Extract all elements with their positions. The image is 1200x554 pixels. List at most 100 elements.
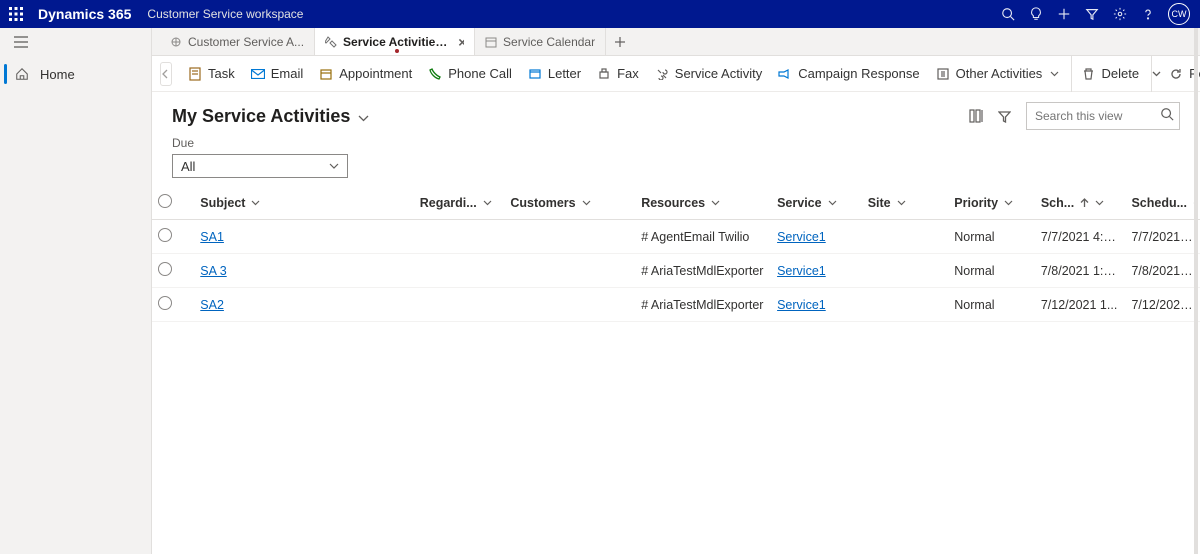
cell-sched-end: 7/8/2021 2:3... bbox=[1125, 254, 1200, 288]
close-icon[interactable]: × bbox=[458, 34, 464, 50]
cmd-letter[interactable]: Letter bbox=[520, 56, 589, 92]
top-app-bar: Dynamics 365 Customer Service workspace … bbox=[0, 0, 1200, 28]
chevron-down-icon bbox=[329, 163, 339, 169]
row-checkbox[interactable] bbox=[158, 262, 172, 276]
table-row[interactable]: SA2 # AriaTestMdlExporter Service1 Norma… bbox=[152, 288, 1200, 322]
data-grid: Subject Regardi... Customers Resources S… bbox=[152, 186, 1200, 554]
col-site[interactable]: Site bbox=[862, 186, 949, 220]
right-scrollbar-track bbox=[1194, 28, 1198, 554]
col-scheduled-start[interactable]: Sch... bbox=[1035, 186, 1126, 220]
subject-link[interactable]: SA1 bbox=[200, 230, 224, 244]
cell-sched-start: 7/7/2021 4:4... bbox=[1035, 220, 1126, 254]
service-activity-icon bbox=[655, 67, 669, 81]
col-resources[interactable]: Resources bbox=[635, 186, 771, 220]
table-header-row: Subject Regardi... Customers Resources S… bbox=[152, 186, 1200, 220]
nav-home-label: Home bbox=[40, 67, 75, 82]
search-this-view[interactable] bbox=[1026, 102, 1180, 130]
plus-icon[interactable] bbox=[1050, 0, 1078, 28]
campaign-icon bbox=[778, 67, 792, 81]
cell-resources: # AriaTestMdlExporter bbox=[635, 254, 771, 288]
select-all-checkbox[interactable] bbox=[158, 194, 172, 208]
view-header: My Service Activities bbox=[152, 92, 1200, 136]
col-scheduled-end[interactable]: Schedu... bbox=[1125, 186, 1200, 220]
sort-asc-icon bbox=[1080, 198, 1089, 208]
sidebar: Home bbox=[0, 28, 152, 554]
cmd-delete[interactable]: Delete bbox=[1071, 56, 1148, 92]
tab-label: Service Calendar bbox=[503, 35, 595, 49]
cmd-task[interactable]: Task bbox=[180, 56, 243, 92]
tab-service-calendar[interactable]: Service Calendar bbox=[475, 28, 606, 55]
subject-link[interactable]: SA 3 bbox=[200, 264, 226, 278]
tab-label: Customer Service A... bbox=[188, 35, 304, 49]
view-title-text: My Service Activities bbox=[172, 106, 350, 127]
cmd-fax[interactable]: Fax bbox=[589, 56, 647, 92]
filter-icon[interactable] bbox=[990, 102, 1018, 130]
delete-icon bbox=[1082, 67, 1096, 81]
col-subject[interactable]: Subject bbox=[194, 186, 413, 220]
unsaved-indicator-icon bbox=[395, 49, 399, 53]
edit-columns-icon[interactable] bbox=[962, 102, 990, 130]
cmd-service-activity[interactable]: Service Activity bbox=[647, 56, 770, 92]
cell-resources: # AriaTestMdlExporter bbox=[635, 288, 771, 322]
other-activities-icon bbox=[936, 67, 950, 81]
col-priority[interactable]: Priority bbox=[948, 186, 1035, 220]
view-title-dropdown[interactable]: My Service Activities bbox=[172, 106, 369, 127]
col-service[interactable]: Service bbox=[771, 186, 862, 220]
search-icon[interactable] bbox=[1160, 107, 1174, 124]
command-bar: Task Email Appointment Phone Call Letter… bbox=[152, 56, 1200, 92]
phone-icon bbox=[428, 67, 442, 81]
nav-home[interactable]: Home bbox=[0, 56, 151, 92]
email-icon bbox=[251, 67, 265, 81]
row-checkbox[interactable] bbox=[158, 228, 172, 242]
row-checkbox[interactable] bbox=[158, 296, 172, 310]
gear-icon[interactable] bbox=[1106, 0, 1134, 28]
table-row[interactable]: SA1 # AgentEmail Twilio Service1 Normal … bbox=[152, 220, 1200, 254]
tab-service-activities[interactable]: Service Activities My Ser... × bbox=[315, 28, 475, 55]
filter-icon[interactable] bbox=[1078, 0, 1106, 28]
avatar[interactable]: CW bbox=[1168, 3, 1190, 25]
add-tab-button[interactable] bbox=[606, 28, 634, 55]
cell-sched-end: 7/7/2021 5:4... bbox=[1125, 220, 1200, 254]
filter-value: All bbox=[181, 159, 195, 174]
filter-label: Due bbox=[172, 136, 1180, 150]
search-icon[interactable] bbox=[994, 0, 1022, 28]
app-launcher-icon[interactable] bbox=[8, 6, 24, 22]
service-link[interactable]: Service1 bbox=[777, 230, 826, 244]
due-filter-dropdown[interactable]: All bbox=[172, 154, 348, 178]
cell-resources: # AgentEmail Twilio bbox=[635, 220, 771, 254]
cmd-other-activities[interactable]: Other Activities bbox=[928, 56, 1067, 92]
service-link[interactable]: Service1 bbox=[777, 264, 826, 278]
cmd-appointment[interactable]: Appointment bbox=[311, 56, 420, 92]
cell-priority: Normal bbox=[948, 220, 1035, 254]
app-name: Dynamics 365 bbox=[38, 6, 131, 22]
letter-icon bbox=[528, 67, 542, 81]
calendar-icon bbox=[319, 67, 333, 81]
task-icon bbox=[188, 67, 202, 81]
cmd-phone[interactable]: Phone Call bbox=[420, 56, 520, 92]
fax-icon bbox=[597, 67, 611, 81]
tab-label: Service Activities My Ser... bbox=[343, 35, 450, 49]
tab-customer-service[interactable]: Customer Service A... bbox=[160, 28, 315, 55]
home-icon bbox=[14, 66, 30, 82]
cell-sched-end: 7/12/2021 1... bbox=[1125, 288, 1200, 322]
cell-priority: Normal bbox=[948, 288, 1035, 322]
service-link[interactable]: Service1 bbox=[777, 298, 826, 312]
chevron-down-icon bbox=[358, 106, 369, 127]
col-customers[interactable]: Customers bbox=[504, 186, 635, 220]
workspace-name: Customer Service workspace bbox=[147, 7, 303, 21]
back-button[interactable] bbox=[160, 62, 172, 86]
tab-strip: Customer Service A... Service Activities… bbox=[152, 28, 1200, 56]
col-regarding[interactable]: Regardi... bbox=[414, 186, 505, 220]
cmd-email[interactable]: Email bbox=[243, 56, 312, 92]
subject-link[interactable]: SA2 bbox=[200, 298, 224, 312]
cell-sched-start: 7/12/2021 1... bbox=[1035, 288, 1126, 322]
search-input[interactable] bbox=[1026, 102, 1180, 130]
delete-split-chevron[interactable] bbox=[1151, 56, 1161, 92]
lightbulb-icon[interactable] bbox=[1022, 0, 1050, 28]
help-icon[interactable] bbox=[1134, 0, 1162, 28]
table-row[interactable]: SA 3 # AriaTestMdlExporter Service1 Norm… bbox=[152, 254, 1200, 288]
menu-toggle-icon[interactable] bbox=[0, 28, 151, 56]
filter-row: Due All bbox=[152, 136, 1200, 186]
chevron-down-icon bbox=[1050, 71, 1059, 77]
cmd-campaign-response[interactable]: Campaign Response bbox=[770, 56, 927, 92]
